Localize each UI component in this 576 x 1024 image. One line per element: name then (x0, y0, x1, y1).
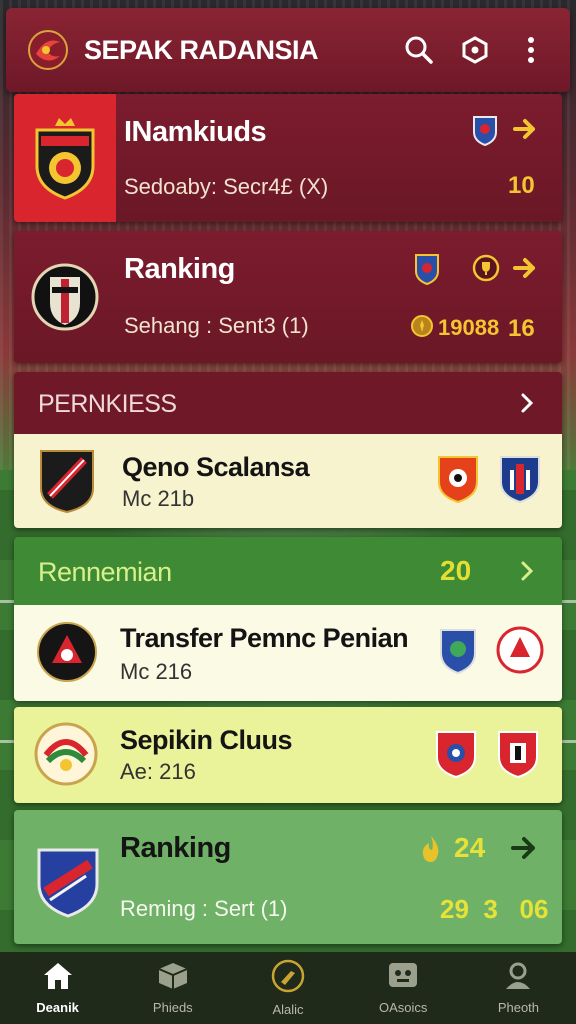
match-subtitle: Mc 21b (122, 486, 195, 511)
bottom-navigation: Deanik Phieds Alalic OAsoics Pheoth (0, 952, 576, 1024)
trophy-icon (472, 254, 500, 287)
box-icon (157, 961, 189, 996)
section-score: 20 (440, 555, 472, 586)
card-title: Ranking (120, 832, 231, 864)
club-crest (14, 231, 116, 363)
board-icon (387, 961, 419, 996)
nav-label: Deanik (36, 1000, 79, 1015)
nav-label: Pheoth (497, 1000, 540, 1015)
search-icon[interactable] (398, 29, 440, 71)
nav-item-phieds[interactable]: Phieds (115, 952, 230, 1024)
shield-icon (414, 251, 440, 290)
card-subtitle: Reming : Sert (1) (120, 896, 288, 921)
coin-icon (410, 314, 434, 343)
home-icon (41, 961, 75, 996)
flame-icon (418, 834, 444, 869)
away-team-crest (496, 625, 544, 680)
logo-icon (26, 28, 70, 72)
club-crest (36, 846, 100, 923)
section-rennemian: Rennemian 20 Transfer Pemnc Penian Mc 21… (14, 537, 562, 701)
app-title: SEPAK RADANSIA (84, 34, 319, 65)
featured-club-card[interactable]: INamkiuds Sedoaby: Secr4£ (X) 10 (14, 94, 562, 222)
card-title: INamkiuds (124, 116, 267, 148)
nav-item-alalic[interactable]: Alalic (230, 952, 345, 1024)
match-row[interactable]: Sepikin Cluus Ae: 216 (14, 707, 562, 803)
home-team-crest (434, 729, 478, 784)
card-score: 10 (508, 172, 535, 199)
card-subtitle: Sedoaby: Secr4£ (X) (124, 174, 329, 199)
section-pernkiess: PERNKIESS Qeno Scalansa Mc 21b (14, 372, 562, 528)
app-header: SEPAK RADANSIA (6, 8, 570, 92)
match-row[interactable]: Transfer Pemnc Penian Mc 216 (14, 605, 562, 701)
match-title: Qeno Scalansa (122, 452, 310, 482)
more-vertical-icon[interactable] (510, 29, 552, 71)
chat-icon[interactable] (454, 29, 496, 71)
ranking-card[interactable]: Ranking Sehang : Sent3 (1) 19088 16 (14, 231, 562, 363)
section-header[interactable]: PERNKIESS (14, 372, 562, 434)
points-count: 19088 (438, 315, 500, 340)
card-subtitle: Sehang : Sent3 (1) (124, 313, 309, 338)
arrow-right-icon[interactable] (512, 116, 538, 147)
match-row[interactable]: Qeno Scalansa Mc 21b (14, 434, 562, 528)
club-crest (14, 94, 116, 222)
chevron-right-icon[interactable] (518, 391, 536, 420)
shield-icon (472, 114, 498, 151)
match-subtitle: Mc 216 (120, 659, 193, 684)
arrow-right-icon[interactable] (510, 834, 538, 867)
ranking-card[interactable]: Ranking Reming : Sert (1) 24 29 3 06 (14, 810, 562, 944)
card-score: 16 (508, 315, 535, 342)
profile-icon (503, 961, 533, 996)
away-team-crest (498, 454, 542, 509)
whistle-icon (271, 959, 305, 998)
nav-label: OAsoics (379, 1000, 428, 1015)
club-crest (38, 448, 96, 519)
nav-item-oasoics[interactable]: OAsoics (346, 952, 461, 1024)
home-team-crest (438, 627, 478, 680)
club-crest (34, 721, 98, 792)
away-team-crest (496, 729, 540, 784)
nav-item-pheoth[interactable]: Pheoth (461, 952, 576, 1024)
ranking-stats: 29 3 06 (440, 894, 549, 924)
nav-label: Phieds (152, 1000, 193, 1015)
nav-label: Alalic (272, 1002, 304, 1017)
home-team-crest (436, 454, 480, 509)
club-crest (36, 619, 98, 690)
chevron-right-icon[interactable] (518, 559, 536, 588)
nav-item-deanik[interactable]: Deanik (0, 952, 115, 1024)
match-title: Sepikin Cluus (120, 725, 293, 755)
card-title: Ranking (124, 253, 235, 285)
card-score: 24 (454, 832, 486, 863)
match-title: Transfer Pemnc Penian (120, 623, 409, 653)
arrow-right-icon[interactable] (512, 255, 538, 286)
section-header[interactable]: Rennemian 20 (14, 537, 562, 605)
match-subtitle: Ae: 216 (120, 759, 196, 784)
section-title: PERNKIESS (38, 390, 177, 418)
section-title: Rennemian (38, 557, 172, 587)
